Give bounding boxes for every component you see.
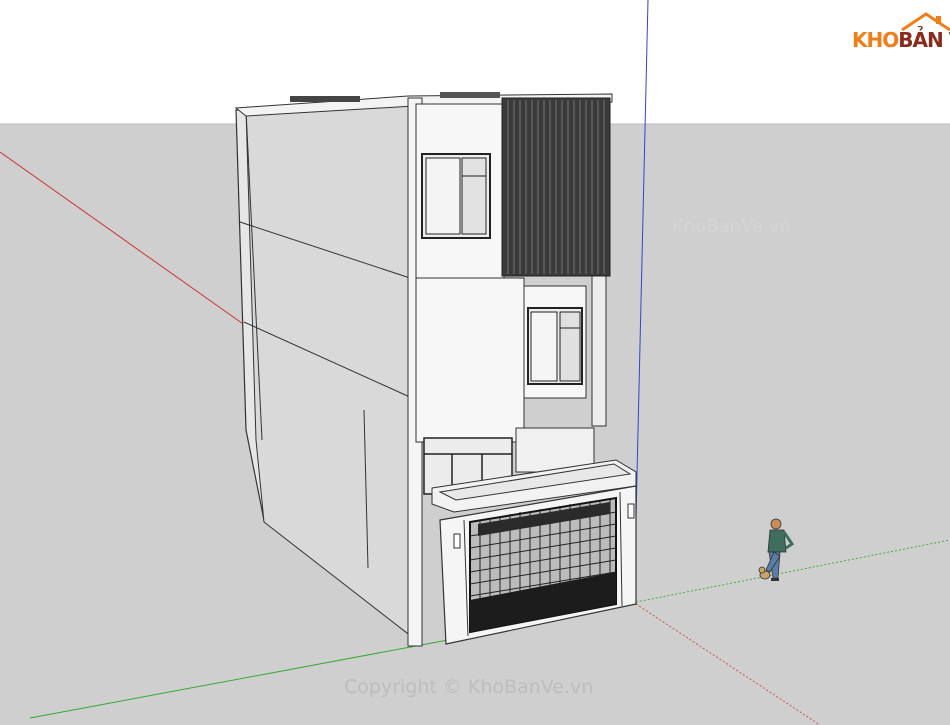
wall-lamp-left bbox=[453, 533, 461, 549]
sketchup-viewport[interactable] bbox=[0, 0, 950, 725]
logo-part-banve: BẢN VẼ bbox=[898, 28, 950, 52]
window-second-floor bbox=[523, 285, 587, 399]
logo-part-kho: KHO bbox=[852, 28, 899, 52]
wall-lamp-right bbox=[627, 503, 635, 519]
roof-parapet bbox=[290, 96, 360, 102]
watermark-side: KhoBanVe.vn bbox=[672, 216, 791, 237]
watermark-copyright: Copyright © KhoBanVe.vn bbox=[344, 676, 594, 698]
front-pier-right bbox=[591, 275, 607, 427]
slat-screen bbox=[501, 97, 611, 277]
front-mid-block bbox=[415, 277, 525, 443]
khobanve-logo: KHOBẢN VẼ bbox=[852, 12, 950, 54]
roof-parapet-2 bbox=[440, 92, 500, 98]
window-third-floor bbox=[421, 153, 491, 239]
